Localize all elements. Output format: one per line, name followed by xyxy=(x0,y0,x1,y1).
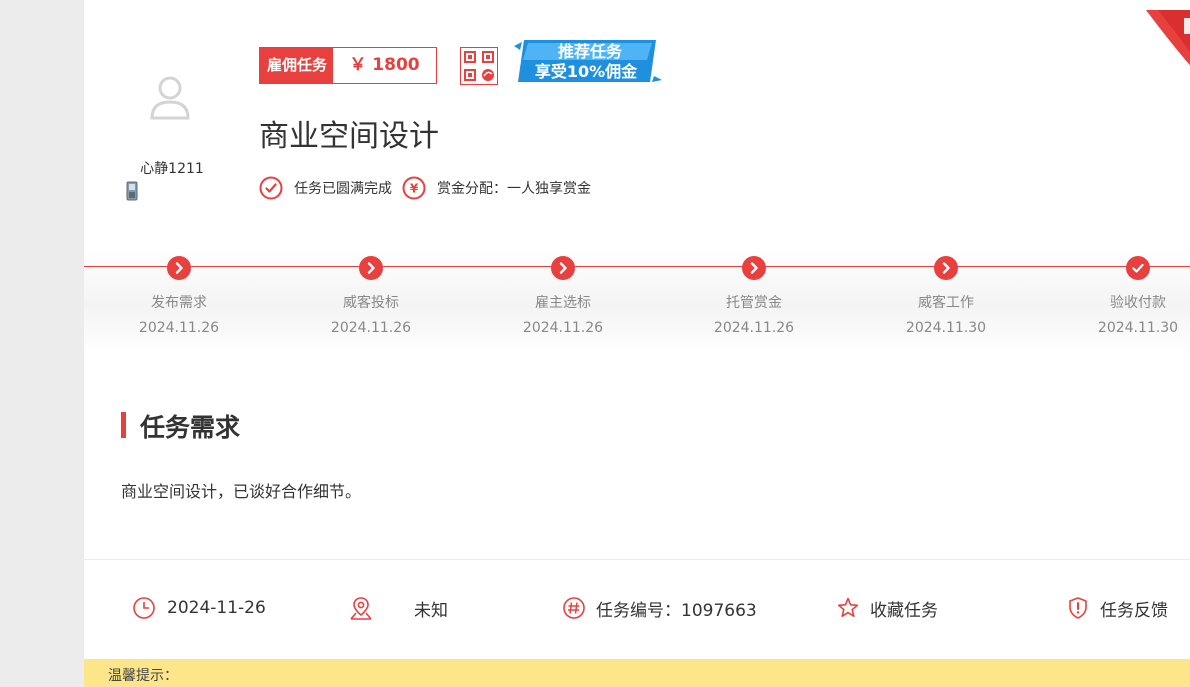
promo-line-2: 享受10%佣金 xyxy=(535,62,638,81)
yuan-icon: ¥ xyxy=(402,176,426,200)
promo-line-1: 推荐任务 xyxy=(558,42,623,61)
check-icon xyxy=(1126,256,1150,280)
timeline-step: 雇主选标 2024.11.26 xyxy=(493,256,633,336)
favorite-task-button[interactable]: 收藏任务 xyxy=(835,594,938,622)
publish-date: 2024-11-26 xyxy=(167,598,266,618)
promo-banner: 推荐任务 享受10%佣金 xyxy=(514,40,662,82)
star-icon[interactable] xyxy=(835,595,861,621)
chevron-right-icon xyxy=(551,256,575,280)
timeline-step-name: 威客工作 xyxy=(918,295,974,311)
task-feedback-button[interactable]: 任务反馈 xyxy=(1065,594,1168,622)
timeline-step: 托管赏金 2024.11.26 xyxy=(684,256,824,336)
chevron-right-icon xyxy=(934,256,958,280)
timeline-step: 发布需求 2024.11.26 xyxy=(109,256,249,336)
timeline-step-date: 2024.11.30 xyxy=(905,320,987,336)
corner-ribbon xyxy=(1146,10,1190,66)
svg-text:¥: ¥ xyxy=(410,182,419,196)
timeline-step: 威客工作 2024.11.30 xyxy=(876,256,1016,336)
task-amount: ￥ 1800 xyxy=(333,47,438,84)
task-description: 商业空间设计，已谈好合作细节。 xyxy=(121,482,362,501)
employer-name[interactable]: 心静1211 xyxy=(84,158,260,178)
section-accent-bar xyxy=(121,412,126,438)
location-item: 未知 xyxy=(348,594,448,622)
clock-icon xyxy=(133,597,155,619)
timeline-step-name: 托管赏金 xyxy=(726,295,782,311)
timeline-step: 威客投标 2024.11.26 xyxy=(301,256,441,336)
location-pin-icon xyxy=(350,597,372,620)
timeline-step-name: 发布需求 xyxy=(151,295,207,311)
timeline-step-date: 2024.11.26 xyxy=(713,320,795,336)
timeline-step-date: 2024.11.26 xyxy=(522,320,604,336)
shield-alert-icon[interactable] xyxy=(1065,595,1091,621)
phone-verified-icon xyxy=(126,181,138,201)
hash-icon xyxy=(563,597,585,619)
chevron-right-icon xyxy=(167,256,191,280)
task-number: 任务编号：1097663 xyxy=(596,600,757,621)
divider xyxy=(84,559,1190,560)
section-title: 任务需求 xyxy=(140,413,241,442)
reward-mode: 赏金分配：一人独享赏金 xyxy=(437,181,591,197)
timeline-step: 验收付款 2024.11.30 xyxy=(1068,256,1190,336)
warm-tip-label: 温馨提示： xyxy=(108,668,178,684)
task-status: 任务已圆满完成 xyxy=(294,181,392,197)
progress-timeline: 发布需求 2024.11.26 威客投标 2024.11.26 雇主选标 2024.11.… xyxy=(84,245,1190,355)
timeline-step-name: 验收付款 xyxy=(1110,295,1166,311)
task-type-label: 雇佣任务 xyxy=(259,47,334,84)
location: 未知 xyxy=(414,600,448,621)
timeline-line xyxy=(84,266,1190,267)
task-price-tag: 雇佣任务 ￥ 1800 xyxy=(259,47,438,84)
task-feedback-label[interactable]: 任务反馈 xyxy=(1100,596,1168,621)
publish-date-item: 2024-11-26 xyxy=(131,594,266,622)
warm-tip-bar: 温馨提示： xyxy=(84,659,1190,687)
user-avatar-icon[interactable] xyxy=(148,74,192,120)
chevron-right-icon xyxy=(742,256,766,280)
chevron-right-icon xyxy=(359,256,383,280)
task-status-row: 任务已圆满完成 ¥ 赏金分配：一人独享赏金 xyxy=(259,176,591,200)
task-title: 商业空间设计 xyxy=(259,119,439,154)
task-number-item: 任务编号：1097663 xyxy=(561,594,757,622)
timeline-step-date: 2024.11.26 xyxy=(138,320,220,336)
task-detail-panel: 心静1211 雇佣任务 ￥ 1800 推荐任务 享受10%佣金 商业空间设计 任… xyxy=(84,0,1190,687)
timeline-step-name: 威客投标 xyxy=(343,295,399,311)
timeline-step-date: 2024.11.30 xyxy=(1097,320,1179,336)
completed-check-icon xyxy=(259,176,283,200)
qr-code-icon[interactable] xyxy=(460,47,498,85)
favorite-task-label[interactable]: 收藏任务 xyxy=(870,596,938,621)
timeline-step-name: 雇主选标 xyxy=(535,295,591,311)
timeline-step-date: 2024.11.26 xyxy=(330,320,412,336)
